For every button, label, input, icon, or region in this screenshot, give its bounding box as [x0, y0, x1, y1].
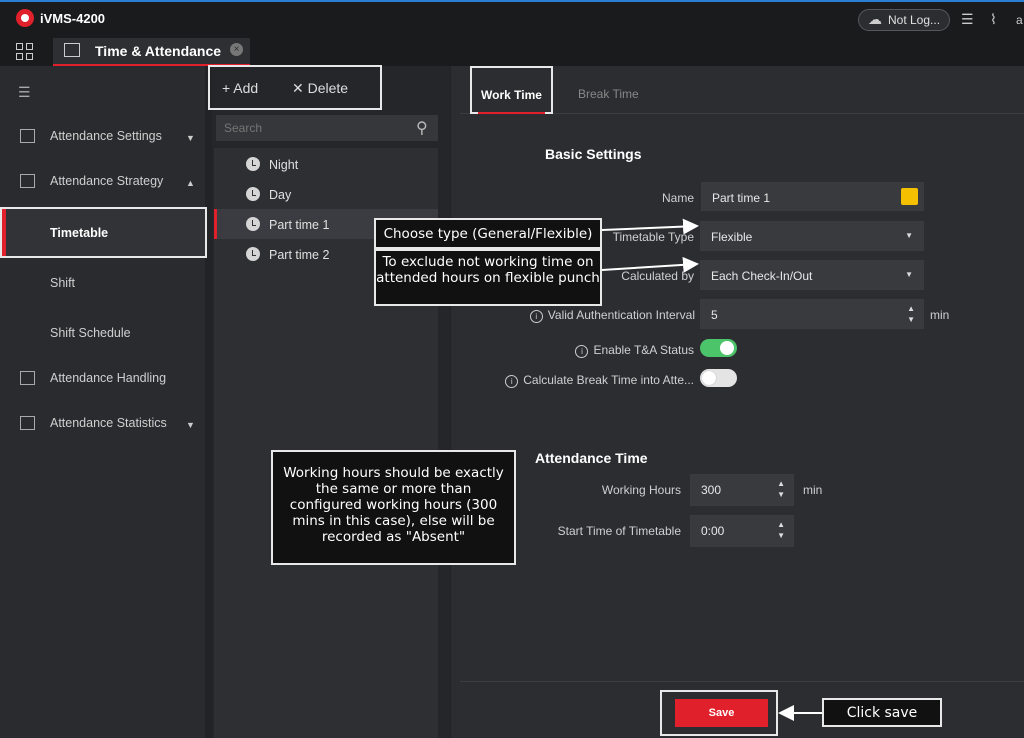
calendar-icon — [20, 174, 35, 188]
chevron-down-icon: ▼ — [905, 270, 913, 279]
list-item-label: Part time 2 — [269, 248, 330, 262]
color-swatch[interactable] — [901, 188, 918, 205]
start-time-label: Start Time of Timetable — [557, 524, 681, 538]
sidebar-item-timetable[interactable]: Timetable — [0, 207, 207, 258]
sidebar-item-shift-schedule[interactable]: Shift Schedule — [0, 312, 205, 356]
app-title: iVMS-4200 — [40, 11, 106, 26]
callout-exclude-time: To exclude not working time on attended … — [374, 249, 602, 306]
account-label: Not Log... — [888, 13, 941, 27]
sidebar-item-label: Shift Schedule — [50, 326, 131, 340]
menu-icon[interactable]: ☰ — [18, 84, 31, 101]
callout-working-hours: Working hours should be exactly the same… — [271, 450, 516, 565]
sidebar-item-attendance-strategy[interactable]: Attendance Strategy ▲ — [0, 160, 205, 204]
sidebar-item-label: Attendance Handling — [50, 371, 167, 385]
calendar-icon — [20, 129, 35, 143]
sidebar-item-attendance-settings[interactable]: Attendance Settings ▼ — [0, 115, 205, 159]
list-item-label: Day — [269, 188, 292, 202]
info-icon[interactable]: i — [505, 375, 519, 388]
start-time-value: 0:00 — [701, 524, 725, 538]
name-field[interactable]: Part time 1 — [701, 182, 924, 211]
list-item[interactable]: Night — [214, 149, 438, 179]
tab-label: Work Time — [481, 88, 542, 102]
calendar-icon — [64, 43, 80, 57]
section-title-basic-settings: Basic Settings — [545, 146, 642, 162]
list-item-label: Night — [269, 158, 299, 172]
timetable-type-select[interactable]: Flexible ▼ — [700, 221, 924, 251]
cloud-icon: ☁ — [868, 11, 882, 27]
break-time-toggle[interactable] — [700, 369, 737, 387]
valid-auth-interval-value: 5 — [711, 308, 718, 322]
valid-auth-interval-label: i Valid Authentication Interval — [500, 308, 695, 323]
chevron-down-icon: ▼ — [186, 133, 195, 143]
enable-ta-toggle[interactable] — [700, 339, 737, 357]
monitor-chart-icon[interactable]: ⌇ — [990, 11, 997, 28]
section-title-attendance-time: Attendance Time — [535, 450, 648, 466]
sidebar-item-label: Attendance Settings — [50, 129, 162, 143]
enable-ta-label: i Enable T&A Status — [540, 343, 694, 358]
unit-label: min — [803, 483, 823, 497]
callout-choose-type: Choose type (General/Flexible) — [374, 218, 602, 249]
chevron-down-icon: ▼ — [186, 420, 195, 430]
delete-button[interactable]: ✕ Delete — [292, 80, 348, 97]
stepper-arrows-icon[interactable]: ▲ ▼ — [907, 303, 915, 325]
sidebar-item-label: Shift — [50, 276, 76, 290]
list-item[interactable]: Day — [214, 179, 438, 209]
search-icon[interactable]: ⚲ — [416, 118, 428, 138]
user-initial: a — [1016, 13, 1023, 27]
calculated-by-value: Each Check-In/Out — [711, 269, 813, 283]
sidebar-item-attendance-handling[interactable]: Attendance Handling — [0, 357, 205, 401]
app-logo-icon — [16, 9, 34, 27]
clock-icon — [246, 187, 260, 201]
chevron-down-icon: ▼ — [905, 231, 913, 240]
stepper-arrows-icon[interactable]: ▲ ▼ — [777, 478, 785, 500]
clock-icon — [246, 247, 260, 261]
statistics-icon — [20, 416, 35, 430]
close-icon[interactable]: × — [230, 43, 243, 56]
working-hours-value: 300 — [701, 483, 722, 497]
unit-label: min — [930, 308, 950, 322]
stepper-arrows-icon[interactable]: ▲ ▼ — [777, 519, 785, 541]
callout-click-save: Click save — [822, 698, 942, 727]
break-time-label: i Calculate Break Time into Atte... — [480, 373, 694, 388]
sidebar-item-attendance-statistics[interactable]: Attendance Statistics ▼ — [0, 402, 205, 446]
sidebar-item-shift[interactable]: Shift — [0, 262, 205, 306]
clock-icon — [246, 157, 260, 171]
tab-label: Time & Attendance — [95, 43, 222, 59]
search-input[interactable] — [224, 121, 404, 135]
timetable-type-value: Flexible — [711, 230, 753, 244]
sidebar-item-label: Attendance Strategy — [50, 174, 164, 188]
sidebar-item-label: Attendance Statistics — [50, 416, 167, 430]
footer-divider — [460, 681, 1024, 682]
add-button[interactable]: + Add — [222, 80, 258, 96]
chevron-up-icon: ▲ — [186, 178, 195, 188]
clock-icon — [246, 217, 260, 231]
settings-panel — [451, 66, 1024, 738]
name-value: Part time 1 — [712, 191, 771, 205]
name-label: Name — [661, 191, 694, 205]
valid-auth-interval-stepper[interactable]: 5 ▲ ▼ — [700, 299, 924, 329]
tab-break-time[interactable]: Break Time — [578, 87, 639, 101]
working-hours-stepper[interactable]: 300 ▲ ▼ — [690, 474, 794, 506]
checklist-icon — [20, 371, 35, 385]
calculated-by-select[interactable]: Each Check-In/Out ▼ — [700, 260, 924, 290]
task-list-icon[interactable]: ☰ — [961, 11, 974, 28]
list-item-label: Part time 1 — [269, 218, 330, 232]
tab-work-time[interactable]: Work Time — [470, 66, 553, 114]
info-icon[interactable]: i — [529, 310, 543, 323]
start-time-stepper[interactable]: 0:00 ▲ ▼ — [690, 515, 794, 547]
save-button[interactable]: Save — [675, 699, 768, 727]
info-icon[interactable]: i — [575, 345, 589, 358]
working-hours-label: Working Hours — [601, 483, 681, 497]
sidebar-item-label: Timetable — [50, 226, 109, 240]
module-grid-icon[interactable] — [16, 43, 34, 61]
